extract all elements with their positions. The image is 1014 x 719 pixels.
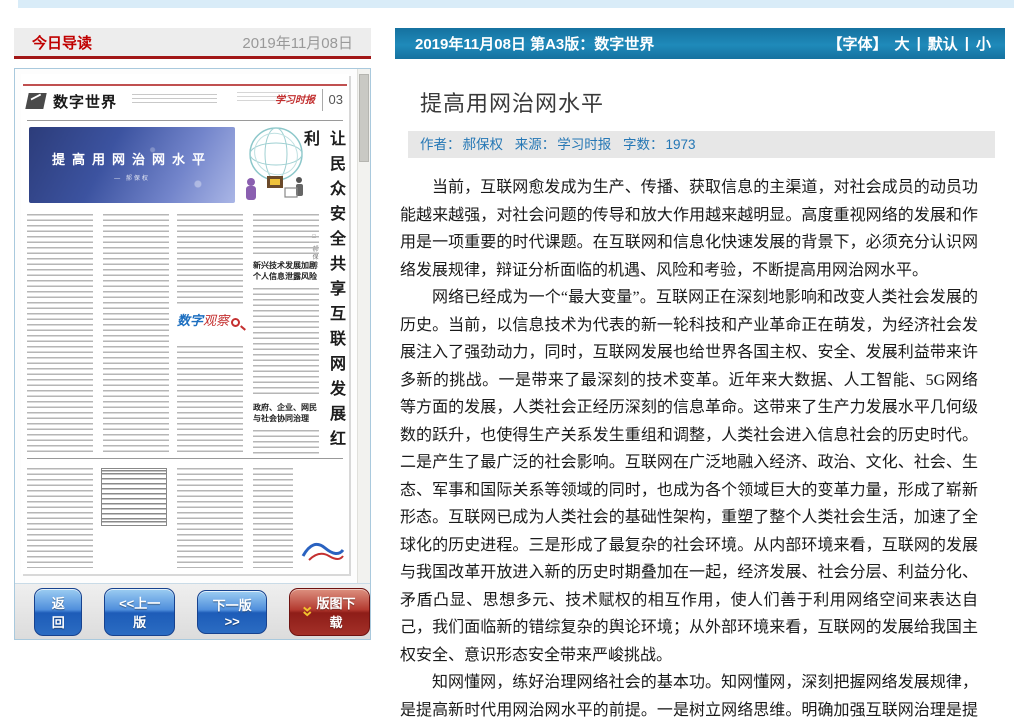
article-body: 当前，互联网愈发成为生产、传播、获取信息的主渠道，对社会成员的动员功能越来越强，… xyxy=(400,174,978,719)
newspaper-masthead: 数字世界 学习时报 03 xyxy=(27,89,343,117)
top-strip xyxy=(18,0,1014,8)
separator: | xyxy=(965,35,969,52)
banner-title: 提高用网治网水平 xyxy=(29,149,235,168)
thumbnail-text-column xyxy=(27,468,93,568)
paper-name: 学习时报 xyxy=(275,91,315,106)
masthead-divider xyxy=(27,120,343,121)
thumbnail-subheadline: 新兴技术发展加剧 个人信息泄露风险 xyxy=(253,260,325,282)
thumbnail-text-column xyxy=(177,346,243,456)
newspaper-page: 数字世界 学习时报 03 提高用网治网水平 — 郝保权 xyxy=(21,74,349,574)
thumbnail-subheadline: 政府、企业、网民 与社会协同治理 xyxy=(253,402,325,424)
paragraph: 网络已经成为一个“最大变量”。互联网正在深刻地影响和改变人类社会发展的历史。当前… xyxy=(400,284,978,669)
masthead-info-text xyxy=(132,94,217,106)
section-divider xyxy=(27,458,343,459)
paragraph: 当前，互联网愈发成为生产、传播、获取信息的主渠道，对社会成员的动员功能越来越强，… xyxy=(400,174,978,284)
download-icon xyxy=(303,605,311,619)
thumbnail-text-column xyxy=(27,214,93,456)
author-name: 郝保权 xyxy=(463,137,504,152)
article-header-bar: 2019年11月08日 第A3版：数字世界 【字体】 大 | 默认 | 小 xyxy=(395,28,1005,59)
font-size-large-link[interactable]: 大 xyxy=(895,33,910,54)
main-layout: 今日导读 2019年11月08日 数字世界 学习时报 03 xyxy=(14,28,1005,719)
today-guide-label: 今日导读 xyxy=(32,32,92,53)
sidebar: 今日导读 2019年11月08日 数字世界 学习时报 03 xyxy=(14,28,371,719)
sidebar-scrollbar[interactable] xyxy=(357,69,370,583)
thumbnail-text-column xyxy=(177,468,243,568)
wordcount-label: 字数： xyxy=(623,137,664,152)
thumbnail-text-column xyxy=(253,430,319,456)
article-meta-bar: 作者：郝保权 来源：学习时报 字数：1973 xyxy=(408,131,995,158)
article-banner-image: 提高用网治网水平 — 郝保权 xyxy=(29,127,235,203)
thumbnail-text-column xyxy=(253,288,319,396)
newspaper-thumbnail[interactable]: 数字世界 学习时报 03 提高用网治网水平 — 郝保权 xyxy=(15,69,357,583)
wordcount-value: 1973 xyxy=(666,137,696,152)
thumbnail-text-column xyxy=(253,214,319,256)
paper-bottom-logo xyxy=(299,536,345,566)
magnifier-icon xyxy=(231,318,240,327)
section-logo-icon xyxy=(25,93,46,109)
masthead-rule xyxy=(23,84,347,86)
thumbnail-framed-box xyxy=(101,468,167,526)
scrollbar-thumb[interactable] xyxy=(359,74,369,162)
thumbnail-text-column xyxy=(253,468,293,568)
thumbnail-text-column xyxy=(177,214,243,306)
download-layout-button[interactable]: 版图下载 xyxy=(289,588,370,636)
article-title: 提高用网治网水平 xyxy=(420,86,1005,118)
sidebar-header: 今日导读 2019年11月08日 xyxy=(14,28,371,59)
edition-info: 2019年11月08日 第A3版：数字世界 xyxy=(415,33,654,54)
sidebar-date: 2019年11月08日 xyxy=(242,32,353,53)
back-button[interactable]: 返回 xyxy=(34,588,82,636)
source-name: 学习时报 xyxy=(557,137,611,152)
source-label: 来源： xyxy=(515,137,556,152)
next-page-button[interactable]: 下一版>> xyxy=(197,590,268,634)
previous-page-button[interactable]: <<上一版 xyxy=(104,588,175,636)
font-size-label: 【字体】 xyxy=(828,33,888,54)
page-number: 03 xyxy=(322,89,343,111)
page-thumbnail-panel: 数字世界 学习时报 03 提高用网治网水平 — 郝保权 xyxy=(14,68,371,640)
font-size-default-link[interactable]: 默认 xyxy=(928,33,958,54)
article-panel: 2019年11月08日 第A3版：数字世界 【字体】 大 | 默认 | 小 提高… xyxy=(395,28,1005,719)
author-label: 作者： xyxy=(420,137,461,152)
banner-byline: — 郝保权 xyxy=(29,173,235,182)
thumbnail-toolbar: 返回 <<上一版 下一版>> 版图下载 xyxy=(15,583,370,639)
font-size-small-link[interactable]: 小 xyxy=(976,33,991,54)
font-size-controls: 【字体】 大 | 默认 | 小 xyxy=(828,33,991,54)
column-logo: 数字观察 xyxy=(177,310,251,340)
paragraph: 知网懂网，练好治理网络社会的基本功。知网懂网，深刻把握网络发展规律，是提高新时代… xyxy=(400,669,978,719)
thumbnail-text-column xyxy=(103,214,169,456)
section-name: 数字世界 xyxy=(53,91,117,112)
separator: | xyxy=(917,35,921,52)
